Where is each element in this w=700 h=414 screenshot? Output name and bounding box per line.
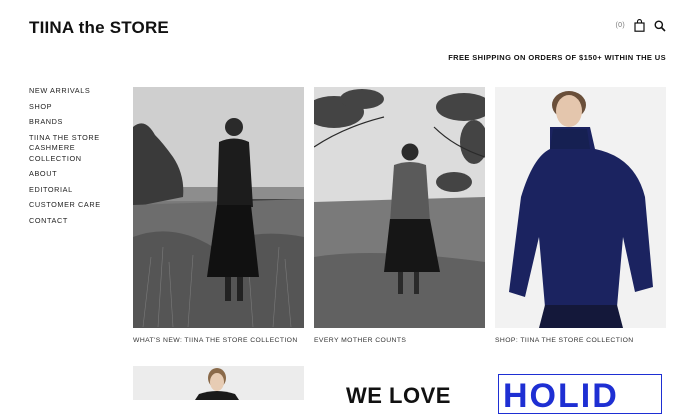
cart-count[interactable]: (0) <box>616 22 625 29</box>
product-photo-navy-sweater[interactable] <box>495 87 666 328</box>
collection-photo-coast[interactable] <box>133 87 304 328</box>
store-logo[interactable]: TIINA the STORE <box>29 18 169 38</box>
free-shipping-banner: FREE SHIPPING ON ORDERS OF $150+ WITHIN … <box>448 53 666 62</box>
we-love-promo[interactable]: WE LOVE <box>346 383 451 409</box>
nav-item-new-arrivals[interactable]: NEW ARRIVALS <box>29 86 129 97</box>
collection-photo-mother[interactable] <box>314 87 485 328</box>
nav-item-customer-care[interactable]: CUSTOMER CARE <box>29 200 129 211</box>
holiday-promo[interactable]: HOLID <box>498 374 662 414</box>
nav-item-contact[interactable]: CONTACT <box>29 216 129 227</box>
woman-in-field-image <box>314 87 485 328</box>
holiday-promo-text: HOLID <box>503 377 619 414</box>
caption-whats-new[interactable]: WHAT'S NEW: TIINA THE STORE COLLECTION <box>133 337 298 344</box>
editorial-photo-model[interactable] <box>133 366 304 400</box>
nav-item-about[interactable]: ABOUT <box>29 169 129 180</box>
nav-item-brands[interactable]: BRANDS <box>29 117 129 128</box>
header-tools: (0) <box>616 19 666 32</box>
model-navy-sweater-image <box>495 87 666 328</box>
bag-icon[interactable] <box>634 19 645 32</box>
nav-item-editorial[interactable]: EDITORIAL <box>29 185 129 196</box>
woman-on-dunes-image <box>133 87 304 328</box>
caption-every-mother-counts[interactable]: EVERY MOTHER COUNTS <box>314 337 406 344</box>
search-icon[interactable] <box>654 20 666 32</box>
nav-item-cashmere-collection[interactable]: TIINA THE STORE CASHMERE COLLECTION <box>29 133 129 165</box>
model-portrait-image <box>133 366 304 400</box>
sidebar-nav: NEW ARRIVALS SHOP BRANDS TIINA THE STORE… <box>29 86 129 231</box>
nav-item-shop[interactable]: SHOP <box>29 102 129 113</box>
caption-shop-collection[interactable]: SHOP: TIINA THE STORE COLLECTION <box>495 337 634 344</box>
